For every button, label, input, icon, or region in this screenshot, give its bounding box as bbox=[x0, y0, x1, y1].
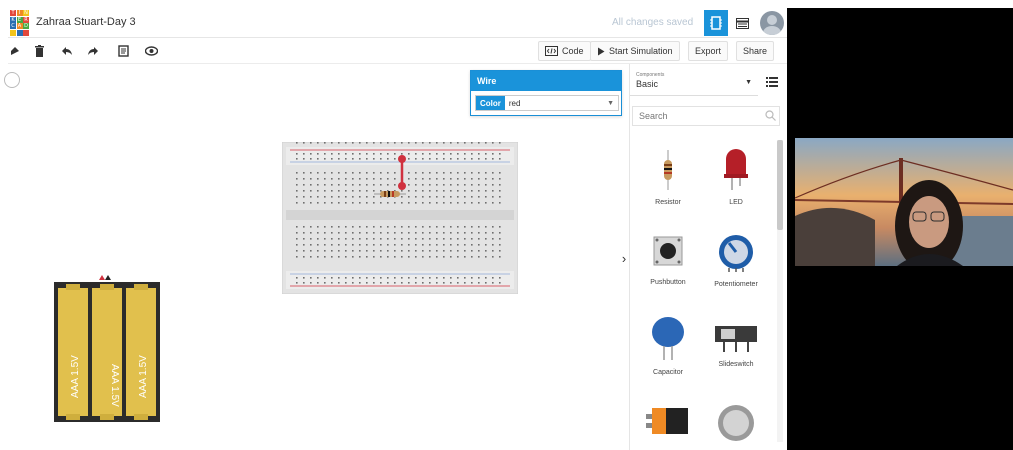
component-slideswitch[interactable]: Slideswitch bbox=[701, 324, 771, 368]
trash-icon bbox=[34, 45, 44, 57]
logo-letter bbox=[10, 29, 16, 36]
breadboard-icon bbox=[710, 16, 722, 30]
components-panel: Components Basic ▼ Resistor bbox=[629, 64, 787, 450]
component-label: Potentiometer bbox=[714, 281, 758, 288]
battery-cell-label: AAA 1.5V bbox=[70, 355, 81, 398]
component-led[interactable]: LED bbox=[701, 148, 771, 206]
circuit-view-button[interactable] bbox=[704, 10, 728, 36]
scrollbar-thumb[interactable] bbox=[777, 140, 783, 230]
list-icon bbox=[766, 77, 778, 87]
battery-pack-3xAAA[interactable]: AAA 1.5V AAA 1.5V AAA 1.5V bbox=[54, 274, 160, 424]
search-icon bbox=[765, 110, 776, 121]
pushbutton-icon bbox=[653, 236, 683, 266]
wire-color-select[interactable]: Color red ▼ bbox=[475, 95, 619, 111]
editor-toolbar: Code Start Simulation Export Share bbox=[8, 38, 788, 64]
component-label: Capacitor bbox=[653, 369, 683, 376]
logo-letter: A bbox=[16, 23, 23, 29]
component-9v-battery[interactable] bbox=[633, 406, 703, 441]
collapse-panel-handle[interactable]: › bbox=[619, 247, 629, 269]
tinkercad-logo[interactable]: T I N K E R C A D bbox=[10, 10, 29, 36]
capacitor-icon bbox=[652, 317, 684, 360]
component-pushbutton[interactable]: Pushbutton bbox=[633, 236, 703, 286]
wire-color-label: Color bbox=[476, 96, 505, 110]
delete-tool[interactable] bbox=[30, 42, 48, 60]
components-search-input[interactable] bbox=[632, 106, 780, 126]
code-button[interactable]: Code bbox=[538, 41, 591, 61]
start-simulation-button[interactable]: Start Simulation bbox=[590, 41, 680, 61]
battery-9v-icon bbox=[646, 408, 688, 434]
component-coin-cell[interactable] bbox=[701, 402, 771, 449]
resistor-icon bbox=[664, 150, 672, 190]
webcam-video-feed bbox=[795, 138, 1013, 266]
component-capacitor[interactable]: Capacitor bbox=[633, 316, 703, 376]
share-button[interactable]: Share bbox=[736, 41, 775, 61]
undo-icon bbox=[62, 47, 72, 55]
logo-letter: K bbox=[10, 16, 16, 23]
project-title[interactable]: Zahraa Stuart-Day 3 bbox=[36, 16, 136, 28]
led-icon bbox=[724, 149, 748, 190]
component-resistor[interactable]: Resistor bbox=[633, 150, 703, 206]
list-view-icon bbox=[735, 17, 749, 29]
potentiometer-icon bbox=[719, 235, 753, 272]
top-bar: T I N K E R C A D Zahraa Stuart-Day 3 Al… bbox=[8, 8, 788, 38]
share-label: Share bbox=[743, 46, 768, 56]
rotate-tool[interactable] bbox=[6, 42, 24, 60]
code-icon bbox=[545, 46, 558, 56]
visibility-tool[interactable] bbox=[142, 42, 160, 60]
component-list-button[interactable] bbox=[730, 10, 754, 36]
coin-cell-icon bbox=[718, 405, 754, 441]
logo-letter: T bbox=[10, 10, 16, 16]
logo-letter: R bbox=[23, 16, 29, 23]
fit-view-button[interactable] bbox=[4, 72, 20, 88]
battery-cell-label: AAA 1.5V bbox=[138, 355, 149, 398]
chevron-down-icon: ▼ bbox=[745, 79, 752, 86]
logo-letter bbox=[23, 29, 29, 36]
wire-inspector-title: Wire bbox=[471, 71, 621, 91]
eye-icon bbox=[144, 46, 158, 56]
logo-letter: D bbox=[23, 23, 29, 29]
logo-letter: I bbox=[16, 10, 23, 16]
component-label: Slideswitch bbox=[718, 361, 754, 368]
user-avatar[interactable] bbox=[760, 11, 784, 35]
list-view-toggle[interactable] bbox=[764, 74, 780, 90]
component-label: Resistor bbox=[655, 199, 681, 206]
component-label: Pushbutton bbox=[650, 279, 686, 286]
wire-color-value: red bbox=[508, 98, 521, 108]
components-category-label: Components bbox=[636, 72, 665, 78]
redo-button[interactable] bbox=[84, 42, 102, 60]
components-category-value: Basic bbox=[636, 79, 659, 89]
tinkercad-circuits-app: T I N K E R C A D Zahraa Stuart-Day 3 Al… bbox=[0, 0, 1013, 450]
save-status: All changes saved bbox=[612, 17, 694, 28]
logo-letter bbox=[16, 29, 23, 36]
chevron-down-icon: ▼ bbox=[607, 99, 614, 107]
export-label: Export bbox=[695, 46, 722, 56]
components-category-select[interactable]: Components Basic ▼ bbox=[630, 68, 758, 96]
notes-icon bbox=[117, 45, 129, 57]
battery-cell-label: AAA 1.5V bbox=[109, 364, 120, 407]
component-potentiometer[interactable]: Potentiometer bbox=[701, 234, 771, 288]
logo-letter: N bbox=[23, 10, 29, 16]
components-scrollbar[interactable] bbox=[777, 140, 783, 442]
code-label: Code bbox=[562, 46, 584, 56]
redo-icon bbox=[88, 47, 98, 55]
breadboard[interactable] bbox=[282, 142, 518, 294]
logo-letter: C bbox=[10, 23, 16, 29]
slideswitch-icon bbox=[715, 326, 757, 352]
wire-inspector: Wire Color red ▼ bbox=[470, 70, 622, 116]
rotate-icon bbox=[11, 47, 19, 55]
start-simulation-label: Start Simulation bbox=[609, 46, 673, 56]
chevron-right-icon: › bbox=[621, 250, 627, 266]
notes-tool[interactable] bbox=[114, 42, 132, 60]
workplane-canvas[interactable]: AAA 1.5V AAA 1.5V AAA 1.5V bbox=[4, 64, 623, 450]
component-label: LED bbox=[729, 199, 743, 206]
export-button[interactable]: Export bbox=[688, 41, 729, 61]
logo-letter: E bbox=[16, 16, 23, 23]
undo-button[interactable] bbox=[58, 42, 76, 60]
play-icon bbox=[598, 47, 605, 55]
